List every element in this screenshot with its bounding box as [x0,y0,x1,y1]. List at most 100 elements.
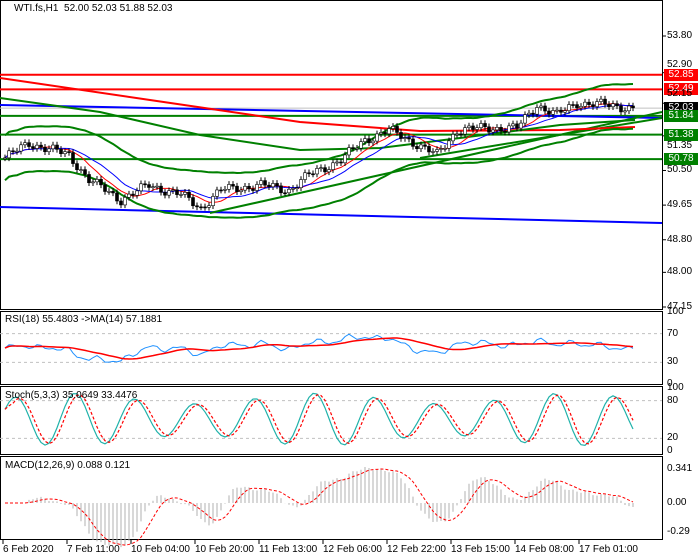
candle-body [419,144,423,150]
candle-body [603,98,607,105]
candle-body [39,144,43,148]
candle-body [307,172,311,175]
candle-body [219,189,223,192]
candle-body [415,146,419,150]
candle-body [571,104,575,106]
candle-body [279,185,283,194]
candle-body [71,152,75,164]
candle-body [63,151,67,155]
candle-body [555,109,559,112]
time-axis-label: 12 Feb 06:00 [323,544,382,555]
candle-body [339,161,343,164]
slow-ma-line [4,104,634,199]
time-axis-label: 10 Feb 20:00 [195,544,254,555]
candle-body [179,194,183,196]
candle-body [627,105,631,112]
candle-body [7,150,11,159]
candle-body [623,110,627,113]
candle-body [399,132,403,139]
candle-body [115,192,119,202]
candle-body [523,114,527,124]
rsi-label: RSI(18) 55.4803 ->MA(14) 57.1881 [5,314,163,325]
candle-body [395,126,399,133]
candle-body [231,184,235,187]
rsi-tick-label: 30 [667,356,679,368]
candle-body [235,185,239,193]
candle-body [15,150,19,153]
time-axis-label: 13 Feb 15:00 [451,544,510,555]
rsi-ma-line [4,337,634,360]
candle-body [247,185,251,190]
candle-body [515,123,519,129]
candle-body [355,147,359,150]
candle-body [203,206,207,209]
candle-body [95,179,99,183]
macd-tick-label: 0.00 [667,497,687,508]
level-tag-51.84: 51.84 [664,109,698,122]
candle-body [359,141,363,149]
candle-body [127,193,131,198]
candle-body [175,189,179,195]
candle-body [427,146,431,153]
level-tag-52.85: 52.85 [664,68,698,81]
candle-body [327,169,331,173]
candle-body [151,186,155,188]
candle-body [131,193,135,196]
candle-body [631,105,635,109]
candle-body [303,172,307,180]
level-tag-51.38: 51.38 [664,128,698,141]
candle-body [295,187,299,190]
candle-body [211,196,215,206]
candle-body [363,138,367,142]
candle-body [243,185,247,191]
candle-body [79,169,83,171]
candle-body [459,133,463,136]
candle-body [19,144,23,152]
candle-body [319,167,323,169]
candle-body [271,183,275,188]
candle-body [575,104,579,109]
candle-body [239,189,243,193]
candle-body [535,107,539,115]
candle-body [31,146,35,149]
candle-body [467,125,471,128]
stoch-label: Stoch(5,3,3) 35.0649 33.4476 [5,390,138,401]
chart-title: WTI.fs,H1 52.00 52.03 51.88 52.03 [14,3,173,14]
candle-body [471,125,475,130]
candle-body [67,151,71,153]
candle-body [411,138,415,147]
candle-body [163,191,167,196]
trading-chart[interactable]: WTI.fs,H1 52.00 52.03 51.88 52.03 RSI(18… [0,0,700,560]
macd-tick-label: -0.29 [667,526,690,537]
candle-body [367,138,371,144]
candle-body [171,189,175,192]
stoch-main-line [4,392,634,447]
candle-body [87,174,91,184]
candle-body [139,183,143,192]
candle-body [107,191,111,193]
candle-body [223,189,227,191]
main-pane-frame [0,0,663,310]
stoch-tick-label: 20 [667,432,679,444]
stoch-tick-label: 80 [667,394,679,406]
stoch-tick-label: 0 [667,445,673,456]
time-axis-label: 12 Feb 22:00 [387,544,446,555]
candle-body [495,127,499,131]
time-axis-label: 7 Feb 11:00 [67,544,120,555]
candle-body [323,167,327,173]
candle-body [83,169,87,175]
chart-canvas[interactable] [0,0,700,560]
candle-body [455,133,459,136]
candle-body [251,188,255,191]
candle-body [275,183,279,187]
candle-body [103,184,107,192]
candle-body [287,188,291,194]
candle-body [379,132,383,135]
candle-body [215,189,219,197]
candle-body [551,110,555,115]
candle-body [587,101,591,105]
candle-body [143,183,147,186]
candle-body [507,125,511,133]
candle-body [607,104,611,108]
time-axis-label: 11 Feb 13:00 [259,544,318,555]
